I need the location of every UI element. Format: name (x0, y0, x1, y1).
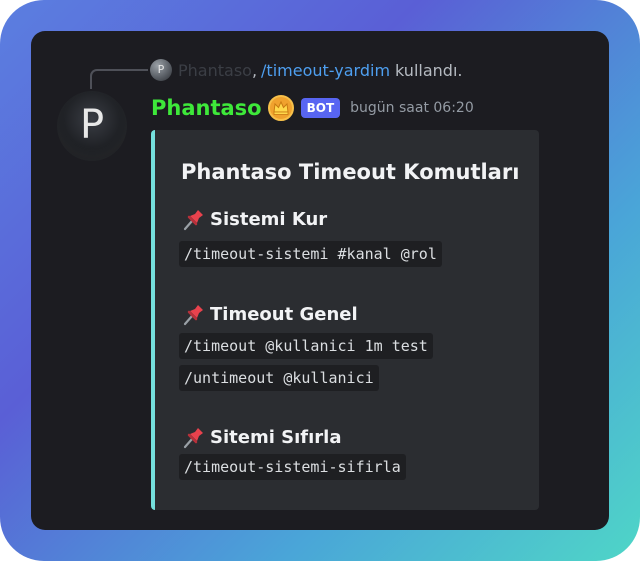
reply-connector (90, 69, 148, 89)
field-name-general: Timeout Genel (181, 301, 358, 327)
avatar[interactable]: P (57, 91, 127, 161)
field-name-reset: Sitemi Sıfırla (181, 424, 341, 450)
embed-title: Phantaso Timeout Komutları (181, 160, 520, 184)
crown-badge-icon (267, 95, 294, 121)
command-code: /timeout-sistemi-sifirla (179, 454, 406, 480)
username[interactable]: Phantaso (151, 96, 262, 120)
command-code: /timeout-sistemi #kanal @rol (179, 241, 442, 267)
reply-avatar[interactable]: P (150, 59, 172, 81)
field-name-setup: Sistemi Kur (181, 206, 327, 232)
avatar-letter: P (79, 102, 105, 148)
pushpin-icon (183, 305, 203, 326)
pushpin-icon (183, 210, 203, 231)
command-code: /timeout @kullanici 1m test (179, 333, 433, 359)
timestamp[interactable]: bugün saat 06:20 (350, 100, 474, 116)
pushpin-icon (183, 428, 203, 449)
reply-command-link[interactable]: /timeout-yardim (261, 61, 390, 80)
reply-reference[interactable]: P Phantaso , /timeout-yardim kullandı. (150, 58, 462, 82)
command-code: /untimeout @kullanici (179, 365, 379, 391)
field-name-label: Sistemi Kur (210, 208, 328, 230)
embed: Phantaso Timeout Komutları Sistemi Kur /… (151, 130, 539, 510)
field-name-label: Sitemi Sıfırla (210, 426, 342, 448)
reply-avatar-letter: P (157, 63, 165, 76)
reply-separator: , (251, 60, 258, 80)
message-header: Phantaso BOT bugün saat 06:20 (151, 94, 474, 122)
reply-username[interactable]: Phantaso (178, 61, 252, 80)
reply-suffix: kullandı. (395, 60, 463, 80)
field-name-label: Timeout Genel (210, 303, 358, 325)
bot-badge: BOT (300, 98, 341, 118)
